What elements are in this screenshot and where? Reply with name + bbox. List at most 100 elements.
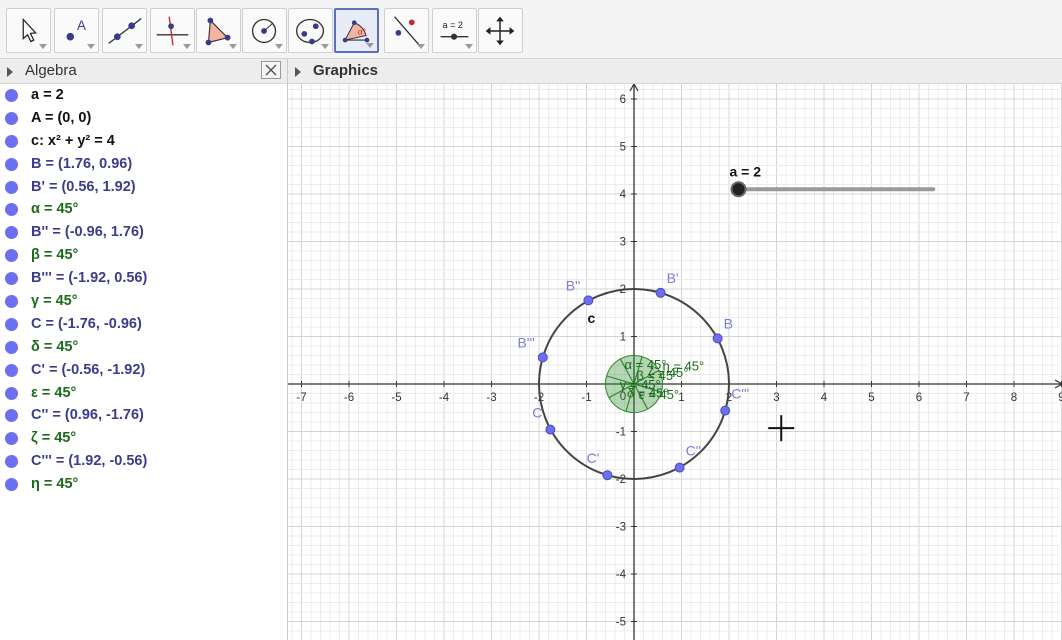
- visibility-toggle-icon[interactable]: [5, 157, 18, 171]
- algebra-item[interactable]: α = 45°: [0, 198, 287, 221]
- point-tool-button[interactable]: A: [54, 8, 99, 53]
- algebra-item[interactable]: γ = 45°: [0, 290, 287, 313]
- point-0[interactable]: [712, 333, 723, 344]
- point-label: C': [587, 450, 600, 466]
- visibility-toggle-icon[interactable]: [5, 295, 18, 309]
- algebra-item-text: β = 45°: [31, 247, 79, 264]
- visibility-toggle-icon[interactable]: [5, 455, 18, 469]
- visibility-toggle-icon[interactable]: [5, 111, 18, 125]
- x-tick-label: -3: [486, 392, 496, 404]
- point-5[interactable]: [602, 470, 613, 481]
- circle-label: c: [587, 310, 595, 326]
- algebra-item[interactable]: β = 45°: [0, 244, 287, 267]
- algebra-item-text: C = (-1.76, -0.96): [31, 315, 142, 332]
- slider-label: a = 2: [730, 163, 762, 179]
- algebra-item[interactable]: η = 45°: [0, 473, 287, 496]
- angle-tool-button[interactable]: α°: [334, 8, 379, 53]
- visibility-toggle-icon[interactable]: [5, 226, 18, 240]
- y-tick-label: 1: [620, 332, 626, 344]
- algebra-item-text: γ = 45°: [31, 293, 78, 310]
- algebra-item-text: A = (0, 0): [31, 109, 92, 126]
- y-tick-label: 3: [620, 237, 626, 249]
- graphics-canvas[interactable]: -7 -6 -5 -4 -3 -2 -1 1 2 3 4 5 6 7 8 9 6 5 4 3 2 1 -1 -2 -3 -4 -5 0…: [288, 84, 1062, 640]
- move-tool-button[interactable]: [6, 8, 51, 53]
- point-6[interactable]: [674, 462, 685, 473]
- x-tick-label: 3: [773, 392, 779, 404]
- point-2[interactable]: [583, 295, 594, 306]
- algebra-item[interactable]: C''' = (1.92, -0.56): [0, 450, 287, 473]
- point-label: B': [667, 270, 679, 286]
- algebra-item-text: δ = 45°: [31, 338, 79, 355]
- visibility-toggle-icon[interactable]: [5, 409, 18, 423]
- collapse-arrow-icon[interactable]: [7, 67, 13, 77]
- algebra-view: Algebra a = 2 A = (0, 0) c: x² + y² = 4 B =…: [0, 59, 288, 640]
- toolbar: A α° a = 2: [0, 0, 1062, 59]
- point-3[interactable]: [537, 352, 548, 363]
- visibility-toggle-icon[interactable]: [5, 249, 18, 263]
- algebra-item[interactable]: C'' = (0.96, -1.76): [0, 404, 287, 427]
- close-view-button[interactable]: [261, 61, 281, 79]
- graphics-header: Graphics: [288, 59, 1062, 84]
- point-label: C'': [686, 443, 701, 459]
- visibility-toggle-icon[interactable]: [5, 203, 18, 217]
- x-tick-label: 9: [1058, 392, 1062, 404]
- visibility-toggle-icon[interactable]: [5, 386, 18, 400]
- slider-tool-button[interactable]: a = 2: [432, 8, 477, 53]
- algebra-item-text: B' = (0.56, 1.92): [31, 178, 136, 195]
- y-tick-label: -2: [616, 474, 626, 486]
- x-tick-label: -7: [296, 392, 306, 404]
- point-4[interactable]: [545, 424, 556, 435]
- algebra-item[interactable]: B''' = (-1.92, 0.56): [0, 267, 287, 290]
- visibility-toggle-icon[interactable]: [5, 180, 18, 194]
- slider-handle[interactable]: [730, 181, 747, 198]
- y-tick-label: -5: [616, 617, 626, 629]
- visibility-toggle-icon[interactable]: [5, 272, 18, 286]
- reflect-tool-button[interactable]: [384, 8, 429, 53]
- x-tick-label: 8: [1011, 392, 1017, 404]
- algebra-item-text: B'' = (-0.96, 1.76): [31, 224, 144, 241]
- algebra-header: Algebra: [0, 59, 287, 84]
- visibility-toggle-icon[interactable]: [5, 89, 18, 102]
- point-7[interactable]: [720, 405, 731, 416]
- algebra-item[interactable]: δ = 45°: [0, 336, 287, 359]
- graphics-title: Graphics: [313, 62, 379, 79]
- circle-tool-button[interactable]: [242, 8, 287, 53]
- algebra-item-text: C''' = (1.92, -0.56): [31, 453, 148, 470]
- svg-text:A: A: [77, 18, 86, 33]
- algebra-item[interactable]: B'' = (-0.96, 1.76): [0, 221, 287, 244]
- line-tool-button[interactable]: [102, 8, 147, 53]
- angle-tool-label: α°: [358, 28, 366, 37]
- move-graphics-tool-button[interactable]: [478, 8, 523, 53]
- algebra-item[interactable]: C' = (-0.56, -1.92): [0, 359, 287, 382]
- algebra-item-text: B = (1.76, 0.96): [31, 155, 133, 172]
- visibility-toggle-icon[interactable]: [5, 363, 18, 377]
- algebra-item[interactable]: ε = 45°: [0, 382, 287, 405]
- visibility-toggle-icon[interactable]: [5, 432, 18, 446]
- x-tick-label: 1: [678, 392, 684, 404]
- collapse-arrow-icon[interactable]: [295, 67, 301, 77]
- close-icon: [265, 64, 277, 76]
- visibility-toggle-icon[interactable]: [5, 134, 18, 148]
- algebra-item[interactable]: C = (-1.76, -0.96): [0, 313, 287, 336]
- algebra-item-text: ε = 45°: [31, 384, 77, 401]
- y-tick-label: 4: [620, 189, 627, 201]
- x-tick-label: -1: [581, 392, 591, 404]
- algebra-item[interactable]: c: x² + y² = 4: [0, 130, 287, 153]
- algebra-item-text: η = 45°: [31, 476, 79, 493]
- algebra-item-text: a = 2: [31, 87, 64, 103]
- algebra-item[interactable]: a = 2: [0, 84, 287, 107]
- algebra-item[interactable]: B' = (0.56, 1.92): [0, 176, 287, 199]
- algebra-item[interactable]: A = (0, 0): [0, 107, 287, 130]
- algebra-item[interactable]: B = (1.76, 0.96): [0, 153, 287, 176]
- visibility-toggle-icon[interactable]: [5, 340, 18, 354]
- visibility-toggle-icon[interactable]: [5, 478, 18, 492]
- y-tick-label: -3: [616, 522, 626, 534]
- visibility-toggle-icon[interactable]: [5, 317, 18, 331]
- conic-tool-button[interactable]: [288, 8, 333, 53]
- algebra-item[interactable]: ζ = 45°: [0, 427, 287, 450]
- algebra-item-text: α = 45°: [31, 201, 79, 218]
- point-1[interactable]: [655, 287, 666, 298]
- point-label: C: [532, 405, 542, 421]
- perpendicular-tool-button[interactable]: [150, 8, 195, 53]
- polygon-tool-button[interactable]: [196, 8, 241, 53]
